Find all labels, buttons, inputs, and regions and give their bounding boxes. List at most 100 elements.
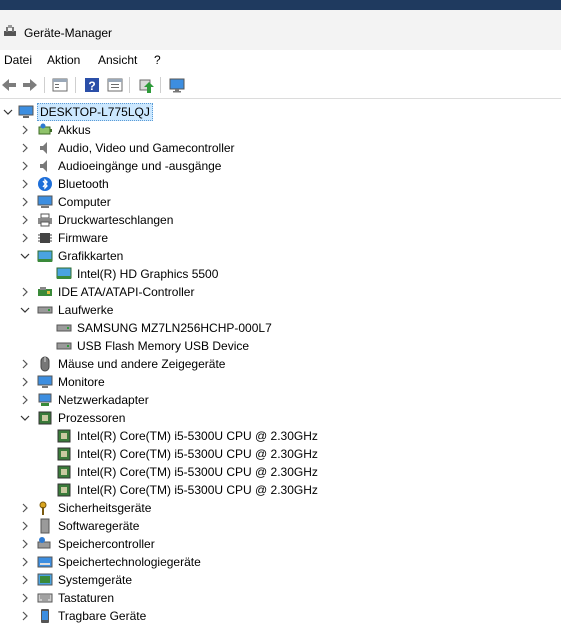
tree-device-intel-r-core-tm-i5-5300u-cpu-2-30ghz[interactable]: Intel(R) Core(TM) i5-5300U CPU @ 2.30GHz xyxy=(0,481,561,499)
tree-item-firmware[interactable]: Firmware xyxy=(0,229,561,247)
disk-child-icon xyxy=(56,342,72,350)
svg-text:?: ? xyxy=(88,79,95,93)
chevron-right-icon[interactable] xyxy=(18,284,32,300)
key-icon xyxy=(39,501,47,515)
tree-device-samsung-mz7ln256hchp-000l7[interactable]: SAMSUNG MZ7LN256HCHP-000L7 xyxy=(0,319,561,337)
tree-item-label: Mäuse und andere Zeigegeräte xyxy=(58,357,226,371)
tree-item-label: Intel(R) Core(TM) i5-5300U CPU @ 2.30GHz xyxy=(77,465,318,479)
tree-item-label: USB Flash Memory USB Device xyxy=(77,339,250,353)
mouse-icon xyxy=(40,356,50,372)
network-icon xyxy=(38,393,52,406)
tree-item-grafikkarten[interactable]: Grafikkarten xyxy=(0,247,561,265)
tree-device-usb-flash-memory-usb-device[interactable]: USB Flash Memory USB Device xyxy=(0,337,561,355)
tree-item-label: Tastaturen xyxy=(58,591,115,605)
chevron-right-icon[interactable] xyxy=(18,212,32,228)
chevron-down-icon[interactable] xyxy=(1,104,15,120)
chevron-right-icon[interactable] xyxy=(18,356,32,372)
chevron-right-icon[interactable] xyxy=(18,122,32,138)
tree-item-label: Firmware xyxy=(58,231,108,245)
tree-item-laufwerke[interactable]: Laufwerke xyxy=(0,301,561,319)
tree-item-label: Audio, Video und Gamecontroller xyxy=(58,141,235,155)
chevron-right-icon[interactable] xyxy=(18,590,32,606)
tree-item-akkus[interactable]: Akkus xyxy=(0,121,561,139)
chevron-down-icon[interactable] xyxy=(18,302,32,318)
tree-item-monitore[interactable]: Monitore xyxy=(0,373,561,391)
tree-item-computer[interactable]: Computer xyxy=(0,193,561,211)
monitor-icon[interactable] xyxy=(168,76,186,94)
tree-item-label: Druckwarteschlangen xyxy=(58,213,174,227)
tree-item-speichertechnologieger-te[interactable]: Speichertechnologiegeräte xyxy=(0,553,561,571)
tree-item-audio-video-und-gamecontroller[interactable]: Audio, Video und Gamecontroller xyxy=(0,139,561,157)
battery-icon xyxy=(38,123,52,135)
gpu-child-icon xyxy=(56,267,72,279)
chevron-right-icon[interactable] xyxy=(18,518,32,534)
storage-tech-icon xyxy=(37,556,53,568)
tree-item-tastaturen[interactable]: Tastaturen xyxy=(0,589,561,607)
chevron-down-icon[interactable] xyxy=(18,410,32,426)
back-icon[interactable] xyxy=(0,76,18,94)
tree-item-label: Laufwerke xyxy=(58,303,114,317)
chevron-right-icon[interactable] xyxy=(18,374,32,390)
device-manager-icon xyxy=(4,25,16,36)
chevron-right-icon[interactable] xyxy=(18,500,32,516)
display-adapter-icon xyxy=(37,250,53,262)
tree-device-intel-r-core-tm-i5-5300u-cpu-2-30ghz[interactable]: Intel(R) Core(TM) i5-5300U CPU @ 2.30GHz xyxy=(0,463,561,481)
keyboard-icon xyxy=(37,593,53,603)
chevron-down-icon[interactable] xyxy=(18,248,32,264)
chevron-right-icon[interactable] xyxy=(18,536,32,552)
computer-root-icon xyxy=(18,105,34,118)
cpu-child-icon xyxy=(57,465,71,479)
menu-bar: Datei Aktion Ansicht ? xyxy=(0,50,561,72)
tree-item-softwareger-te[interactable]: Softwaregeräte xyxy=(0,517,561,535)
tree-device-intel-r-core-tm-i5-5300u-cpu-2-30ghz[interactable]: Intel(R) Core(TM) i5-5300U CPU @ 2.30GHz xyxy=(0,427,561,445)
menu-datei[interactable]: Datei xyxy=(4,53,32,67)
menu-help[interactable]: ? xyxy=(154,53,161,67)
forward-icon[interactable] xyxy=(21,76,39,94)
cpu-child-icon xyxy=(57,447,71,461)
portable-device-icon xyxy=(41,609,49,623)
cpu-child-icon xyxy=(57,429,71,443)
chevron-right-icon[interactable] xyxy=(18,608,32,624)
tree-item-prozessoren[interactable]: Prozessoren xyxy=(0,409,561,427)
tree-item-label: Prozessoren xyxy=(58,411,126,425)
chevron-right-icon[interactable] xyxy=(18,140,32,156)
view-icon[interactable] xyxy=(106,76,124,94)
tree-item-label: Netzwerkadapter xyxy=(58,393,149,407)
tree-item-label: Monitore xyxy=(58,375,105,389)
tree-item-bluetooth[interactable]: Bluetooth xyxy=(0,175,561,193)
toolbar-separator xyxy=(129,77,130,93)
monitor-icon xyxy=(37,375,53,388)
tree-item-netzwerkadapter[interactable]: Netzwerkadapter xyxy=(0,391,561,409)
chevron-right-icon[interactable] xyxy=(18,554,32,570)
tree-item-label: Intel(R) Core(TM) i5-5300U CPU @ 2.30GHz xyxy=(77,483,318,497)
tree-item-speichercontroller[interactable]: Speichercontroller xyxy=(0,535,561,553)
tree-item-label: Intel(R) Core(TM) i5-5300U CPU @ 2.30GHz xyxy=(77,447,318,461)
tree-item-druckwarteschlangen[interactable]: Druckwarteschlangen xyxy=(0,211,561,229)
chevron-right-icon[interactable] xyxy=(18,572,32,588)
chevron-right-icon[interactable] xyxy=(18,230,32,246)
tree-item-m-use-und-andere-zeigeger-te[interactable]: Mäuse und andere Zeigegeräte xyxy=(0,355,561,373)
tree-item-tragbare-ger-te[interactable]: Tragbare Geräte xyxy=(0,607,561,625)
chevron-right-icon[interactable] xyxy=(18,158,32,174)
tree-item-label: Speichertechnologiegeräte xyxy=(58,555,201,569)
tree-item-ide-ata-atapi-controller[interactable]: IDE ATA/ATAPI-Controller xyxy=(0,283,561,301)
tree-root[interactable]: DESKTOP-L775LQJ xyxy=(0,103,561,121)
tree-item-audioeing-nge-und-ausg-nge[interactable]: Audioeingänge und -ausgänge xyxy=(0,157,561,175)
properties-icon[interactable] xyxy=(51,76,69,94)
chevron-right-icon[interactable] xyxy=(18,176,32,192)
update-driver-icon[interactable] xyxy=(137,76,155,94)
window-title: Geräte-Manager xyxy=(24,26,113,40)
tree-item-label: Akkus xyxy=(58,123,91,137)
menu-aktion[interactable]: Aktion xyxy=(47,53,80,67)
chevron-right-icon[interactable] xyxy=(18,392,32,408)
tree-device-intel-r-core-tm-i5-5300u-cpu-2-30ghz[interactable]: Intel(R) Core(TM) i5-5300U CPU @ 2.30GHz xyxy=(0,445,561,463)
toolbar-separator xyxy=(75,77,76,93)
help-icon[interactable]: ? xyxy=(83,76,101,94)
tree-item-sicherheitsger-te[interactable]: Sicherheitsgeräte xyxy=(0,499,561,517)
tree-item-label: Intel(R) Core(TM) i5-5300U CPU @ 2.30GHz xyxy=(77,429,318,443)
tree-item-systemger-te[interactable]: Systemgeräte xyxy=(0,571,561,589)
tree-device-intel-r-hd-graphics-5500[interactable]: Intel(R) HD Graphics 5500 xyxy=(0,265,561,283)
chevron-right-icon[interactable] xyxy=(18,194,32,210)
tree-item-label: Sicherheitsgeräte xyxy=(58,501,152,515)
menu-ansicht[interactable]: Ansicht xyxy=(98,53,137,67)
